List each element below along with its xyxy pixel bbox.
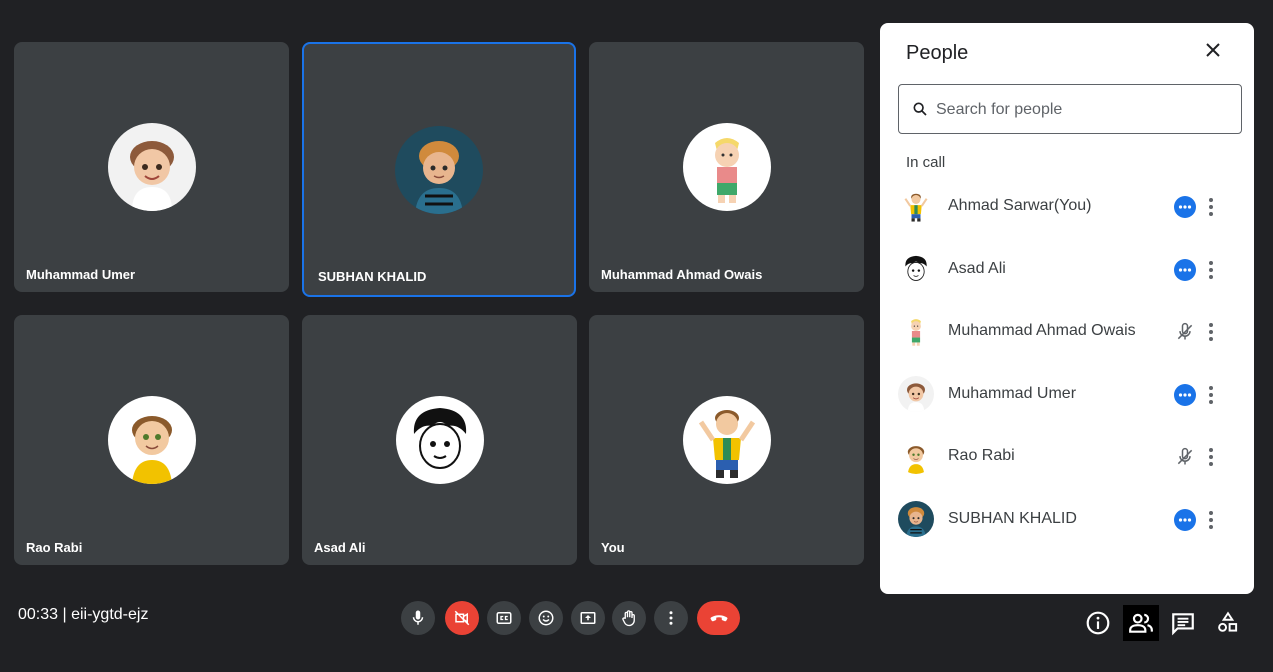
participant-name: Muhammad Umer — [26, 267, 136, 282]
more-vert-icon — [1209, 323, 1213, 341]
participant-name: SUBHAN KHALID — [318, 269, 427, 284]
participant-name: You — [601, 540, 625, 555]
participant-name: Ahmad Sarwar(You) — [948, 197, 1092, 214]
close-panel-button[interactable] — [1201, 38, 1225, 62]
speaking-dots-icon — [1174, 384, 1196, 406]
camera-off-icon — [454, 610, 470, 626]
chat-icon — [1172, 613, 1194, 636]
camera-toggle-button[interactable] — [445, 601, 479, 635]
mic-button[interactable] — [401, 601, 435, 635]
avatar — [683, 396, 771, 484]
participant-tile[interactable]: Muhammad Umer — [14, 42, 289, 292]
search-icon — [913, 102, 927, 116]
avatar — [108, 123, 196, 211]
avatar — [898, 188, 934, 224]
list-item[interactable]: Asad Ali — [898, 251, 1238, 291]
meeting-details-button[interactable] — [1080, 605, 1116, 641]
people-icon — [1129, 613, 1153, 633]
more-actions-button[interactable] — [1200, 259, 1222, 281]
speaking-dots-icon — [1174, 259, 1196, 281]
search-input[interactable] — [934, 97, 1228, 123]
captions-icon — [496, 612, 512, 624]
avatar — [898, 501, 934, 537]
avatar — [898, 313, 934, 349]
more-vert-icon — [1209, 386, 1213, 404]
people-button[interactable] — [1123, 605, 1159, 641]
activities-button[interactable] — [1210, 605, 1246, 641]
speaking-dots-icon — [1174, 509, 1196, 531]
participant-tile[interactable]: Asad Ali — [302, 315, 577, 565]
activities-icon — [1218, 611, 1238, 632]
people-panel: People In call Ahmad Sarwar(You) Asad Al… — [880, 23, 1254, 594]
list-item[interactable]: Rao Rabi — [898, 438, 1238, 478]
participant-name: Rao Rabi — [26, 540, 83, 555]
avatar — [108, 396, 196, 484]
participant-name: Muhammad Ahmad Owais — [948, 322, 1136, 339]
panel-title: People — [906, 42, 969, 64]
participant-name: Muhammad Umer — [948, 385, 1077, 402]
search-box[interactable] — [898, 84, 1242, 134]
chat-button[interactable] — [1165, 605, 1201, 641]
more-vert-icon — [1209, 448, 1213, 466]
present-icon — [580, 612, 596, 624]
more-vert-icon — [1209, 261, 1213, 279]
avatar — [898, 376, 934, 412]
hangup-icon — [710, 615, 727, 622]
info-icon — [1086, 611, 1110, 635]
close-icon — [1206, 43, 1220, 57]
list-item[interactable]: SUBHAN KHALID — [898, 501, 1238, 541]
speaking-dots-icon — [1174, 196, 1196, 218]
section-label: In call — [906, 154, 946, 171]
raise-hand-button[interactable] — [612, 601, 646, 635]
captions-button[interactable] — [487, 601, 521, 635]
more-options-button[interactable] — [654, 601, 688, 635]
mic-off-icon — [1174, 446, 1196, 468]
participant-tile[interactable]: Muhammad Ahmad Owais — [589, 42, 864, 292]
participant-name: SUBHAN KHALID — [948, 510, 1077, 527]
avatar — [396, 396, 484, 484]
emoji-icon — [538, 610, 554, 626]
more-actions-button[interactable] — [1200, 196, 1222, 218]
participant-name: Asad Ali — [314, 540, 366, 555]
participant-name: Muhammad Ahmad Owais — [601, 267, 763, 282]
more-actions-button[interactable] — [1200, 446, 1222, 468]
present-button[interactable] — [571, 601, 605, 635]
list-item[interactable]: Muhammad Umer — [898, 376, 1238, 416]
mic-icon — [412, 610, 424, 625]
avatar — [898, 438, 934, 474]
raise-hand-icon — [622, 610, 635, 627]
avatar — [898, 251, 934, 287]
participant-name: Rao Rabi — [948, 447, 1015, 464]
more-actions-button[interactable] — [1200, 384, 1222, 406]
emoji-button[interactable] — [529, 601, 563, 635]
mic-off-icon — [1174, 321, 1196, 343]
list-item[interactable]: Muhammad Ahmad Owais — [898, 313, 1238, 353]
avatar — [683, 123, 771, 211]
participant-tile-active[interactable]: SUBHAN KHALID — [302, 42, 576, 297]
leave-call-button[interactable] — [697, 601, 740, 635]
participant-tile[interactable]: Rao Rabi — [14, 315, 289, 565]
more-options-icon — [669, 611, 673, 625]
more-vert-icon — [1209, 198, 1213, 216]
more-vert-icon — [1209, 511, 1213, 529]
participant-name: Asad Ali — [948, 260, 1006, 277]
list-item[interactable]: Ahmad Sarwar(You) — [898, 188, 1238, 228]
meeting-info: 00:33 | eii-ygtd-ejz — [18, 606, 149, 623]
more-actions-button[interactable] — [1200, 321, 1222, 343]
participant-tile-self[interactable]: You — [589, 315, 864, 565]
more-actions-button[interactable] — [1200, 509, 1222, 531]
avatar — [395, 126, 483, 214]
